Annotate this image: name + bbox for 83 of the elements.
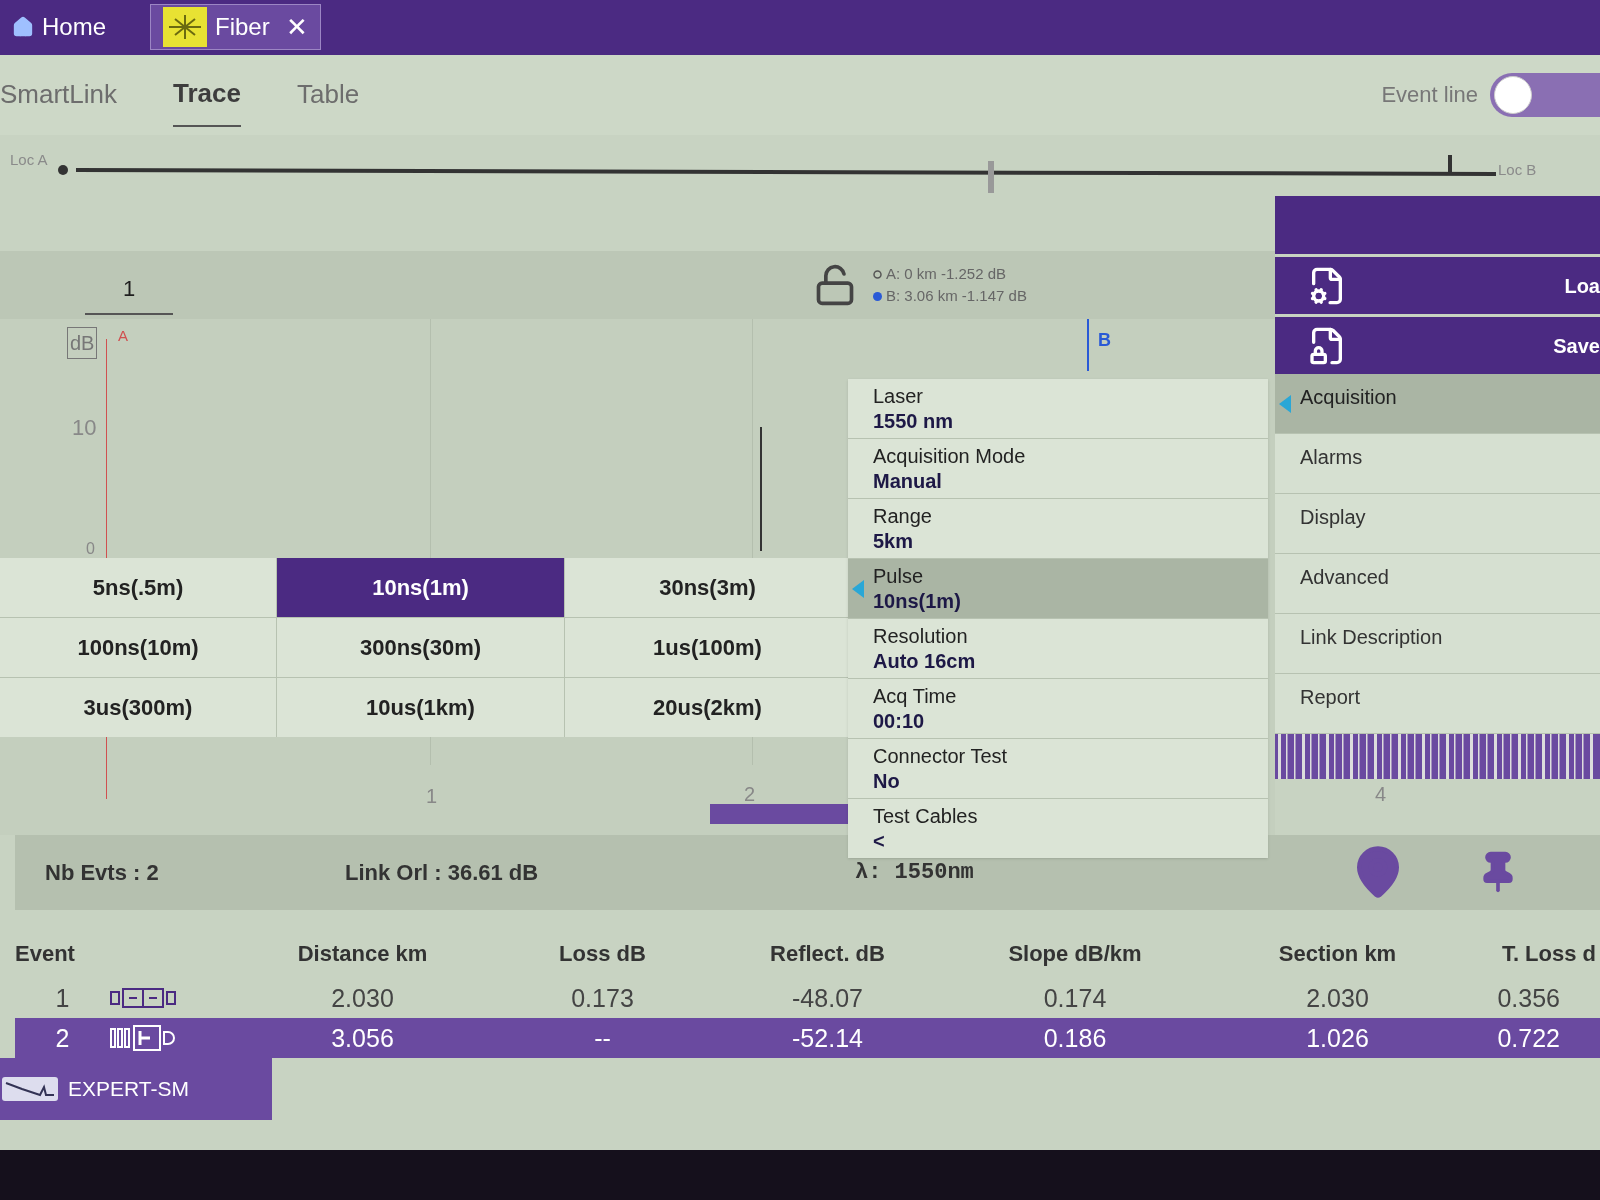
view-tab[interactable]: Table [297, 63, 360, 127]
parameter-row[interactable]: Test Cables < [848, 799, 1268, 859]
event-line-toggle[interactable] [1490, 72, 1600, 117]
view-tab[interactable]: SmartLink [0, 63, 118, 127]
x-axis-label: 4 [1375, 782, 1388, 808]
table-cell-text: -52.14 [791, 1022, 864, 1054]
column-header: Section km [1277, 939, 1398, 968]
parameter-row[interactable]: Acquisition Mode Manual [848, 439, 1268, 499]
parameter-row[interactable]: Range 5km [848, 499, 1268, 559]
fiber-icon [163, 7, 208, 48]
trace-icon [0, 1075, 60, 1104]
app-tab[interactable]: Home [0, 4, 119, 51]
cursor-b-marker: B [1098, 329, 1111, 353]
table-cell-text: 0.356 [1496, 982, 1561, 1014]
pulse-option[interactable]: 10ns(1m) [277, 558, 564, 618]
pulse-option[interactable]: 100ns(10m) [0, 618, 276, 678]
pulse-option[interactable]: 3us(300m) [0, 678, 276, 738]
column-header: Loss dB [558, 939, 647, 968]
toggle-label: Event line [1381, 81, 1478, 110]
locator-label: Loc B [1498, 159, 1537, 180]
save-button[interactable]: Save [1275, 317, 1600, 375]
app-tab[interactable]: Fiber ✕ [150, 4, 321, 51]
table-cell-text: 0.722 [1496, 1022, 1561, 1054]
settings-menu-item[interactable]: Link Description [1275, 614, 1600, 675]
y-axis-label: 10 [72, 414, 97, 443]
trace-number-tab[interactable]: 1 [85, 271, 173, 315]
y-axis-label: 0 [86, 539, 95, 560]
splice-event-icon [110, 986, 176, 1011]
table-cell-text: 1 [54, 982, 71, 1014]
x-axis-label: 1 [426, 784, 438, 810]
column-header: Reflect. dB [769, 939, 886, 968]
x-axis-label: 2 [744, 782, 756, 808]
cursor-a-marker: A [118, 326, 128, 347]
parameter-row[interactable]: Laser 1550 nm [848, 379, 1268, 439]
table-cell-text: 0.173 [570, 982, 635, 1014]
table-cell-text: 2.030 [330, 982, 395, 1014]
event-row[interactable]: 1 2.030 0.173 -48.07 0.174 2.030 0.356 [15, 978, 1600, 1019]
parameter-row[interactable]: Connector Test No [848, 739, 1268, 799]
settings-menu-item[interactable]: Acquisition [1275, 374, 1600, 435]
close-tab-button[interactable]: ✕ [285, 7, 308, 47]
load-button[interactable]: Loa [1275, 257, 1600, 315]
table-cell-text: -48.07 [791, 982, 864, 1014]
dot-icon [873, 292, 882, 302]
cursor-b-line [1087, 319, 1089, 372]
table-cell-text: 1.026 [1305, 1022, 1370, 1054]
link-orl: Link Orl : 36.61 dB [345, 858, 540, 887]
parameter-row[interactable]: Resolution Auto 16cm [848, 619, 1268, 679]
column-header: T. Loss d [1500, 939, 1597, 968]
pointer-icon [1279, 394, 1291, 413]
pulse-option[interactable]: 10us(1km) [277, 678, 564, 738]
axis-unit: dB [67, 327, 98, 360]
event-count: Nb Evts : 2 [45, 858, 160, 887]
column-header: Event [15, 939, 76, 968]
pulse-option[interactable]: 1us(100m) [565, 618, 850, 678]
pulse-option[interactable]: 300ns(30m) [277, 618, 564, 678]
table-cell-text: -- [593, 1022, 612, 1054]
home-icon [12, 16, 34, 39]
locator-label: Loc A [10, 149, 48, 170]
settings-menu-item[interactable]: Report [1275, 674, 1600, 735]
table-cell-text: 2.030 [1305, 982, 1370, 1014]
cursor-a-reading: A: 0 km -1.252 dB [886, 263, 1007, 284]
fiber-end-event-icon [110, 1025, 176, 1052]
event-row[interactable]: 2 3.056 -- -52.14 0.186 1.026 0.722 [15, 1018, 1600, 1059]
cursor-b-reading: B: 3.06 km -1.147 dB [886, 286, 1027, 307]
wavelength: λ: 1550nm [855, 858, 974, 887]
column-header: Slope dB/km [1007, 939, 1143, 968]
settings-menu-item[interactable]: Alarms [1275, 434, 1600, 495]
pointer-icon [852, 579, 864, 598]
column-header: Distance km [296, 939, 429, 968]
pulse-option[interactable]: 5ns(.5m) [0, 558, 276, 618]
pulse-option[interactable]: 20us(2km) [565, 678, 850, 738]
view-tab[interactable]: Trace [173, 62, 241, 128]
table-cell-text: 3.056 [330, 1022, 395, 1054]
mode-button[interactable]: EXPERT-SM [0, 1058, 272, 1121]
settings-menu-item[interactable]: Display [1275, 494, 1600, 555]
table-cell-text: 0.186 [1042, 1022, 1108, 1054]
parameter-row[interactable]: Pulse 10ns(1m) [848, 559, 1268, 619]
hollow-dot-icon [873, 269, 882, 279]
pulse-option[interactable]: 30ns(3m) [565, 558, 850, 618]
settings-menu-item[interactable]: Advanced [1275, 554, 1600, 615]
table-cell-text: 2 [54, 1022, 71, 1054]
table-cell-text: 0.174 [1042, 982, 1108, 1014]
parameter-row[interactable]: Acq Time 00:10 [848, 679, 1268, 739]
